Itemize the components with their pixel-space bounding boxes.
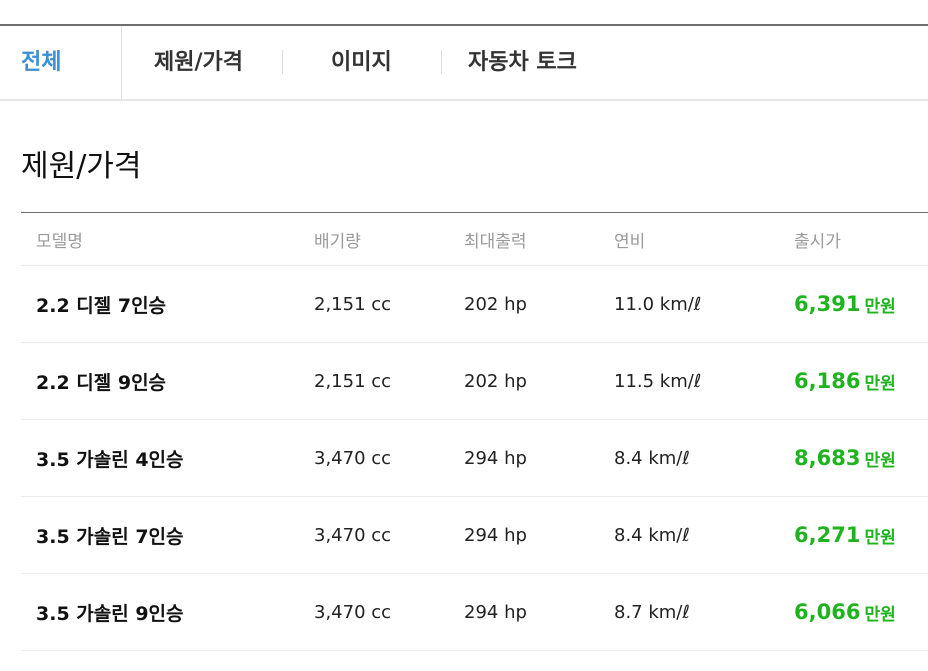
price-value: 6,186 만원 (794, 343, 896, 419)
header-power: 최대출력 (464, 231, 527, 252)
fuel-economy-value: 8.7 km/ℓ (614, 601, 690, 623)
header-price: 출시가 (794, 231, 841, 252)
model-name[interactable]: 3.5 가솔린 7인승 (36, 497, 184, 573)
power-value: 294 hp (464, 524, 527, 546)
table-row[interactable]: 3.5 가솔린 4인승 3,470 cc 294 hp 8.4 km/ℓ 8,6… (21, 420, 928, 497)
displacement-value: 3,470 cc (314, 524, 392, 546)
tab-separator (441, 50, 442, 74)
model-name[interactable]: 2.2 디젤 9인승 (36, 343, 166, 419)
price-unit: 만원 (864, 450, 896, 471)
price-unit: 만원 (864, 373, 896, 394)
tab-bar: 전체 제원/가격 이미지 자동차 토크 (0, 26, 928, 101)
displacement-value: 2,151 cc (314, 293, 392, 315)
price-number: 6,066 (794, 600, 861, 624)
price-value: 6,271 만원 (794, 497, 896, 573)
table-row[interactable]: 2.2 디젤 7인승 2,151 cc 202 hp 11.0 km/ℓ 6,3… (21, 266, 928, 343)
header-displacement: 배기량 (314, 231, 361, 252)
tab-separator (282, 50, 283, 74)
tab-all[interactable]: 전체 (21, 26, 61, 99)
fuel-economy-value: 8.4 km/ℓ (614, 447, 690, 469)
displacement-value: 3,470 cc (314, 601, 392, 623)
fuel-economy-value: 11.5 km/ℓ (614, 370, 702, 392)
tab-images[interactable]: 이미지 (331, 26, 392, 99)
displacement-value: 2,151 cc (314, 370, 392, 392)
price-number: 6,391 (794, 292, 861, 316)
power-value: 294 hp (464, 447, 527, 469)
price-number: 6,186 (794, 369, 861, 393)
table-row[interactable]: 3.5 가솔린 9인승 3,470 cc 294 hp 8.7 km/ℓ 6,0… (21, 574, 928, 651)
table-header-row: 모델명 배기량 최대출력 연비 출시가 (21, 213, 928, 266)
table-row[interactable]: 3.5 가솔린 7인승 3,470 cc 294 hp 8.4 km/ℓ 6,2… (21, 497, 928, 574)
header-model: 모델명 (36, 231, 83, 252)
tab-specs-price[interactable]: 제원/가격 (154, 26, 243, 99)
fuel-economy-value: 8.4 km/ℓ (614, 524, 690, 546)
price-value: 8,683 만원 (794, 420, 896, 496)
price-unit: 만원 (864, 527, 896, 548)
price-unit: 만원 (864, 296, 896, 317)
price-number: 8,683 (794, 446, 861, 470)
fuel-economy-value: 11.0 km/ℓ (614, 293, 702, 315)
price-value: 6,066 만원 (794, 574, 896, 650)
price-number: 6,271 (794, 523, 861, 547)
model-name[interactable]: 2.2 디젤 7인승 (36, 266, 166, 342)
power-value: 294 hp (464, 601, 527, 623)
section-title: 제원/가격 (21, 149, 142, 184)
power-value: 202 hp (464, 370, 527, 392)
header-fuel-economy: 연비 (614, 231, 646, 252)
spec-price-table: 모델명 배기량 최대출력 연비 출시가 2.2 디젤 7인승 2,151 cc … (21, 212, 928, 651)
model-name[interactable]: 3.5 가솔린 9인승 (36, 574, 184, 650)
price-unit: 만원 (864, 604, 896, 625)
power-value: 202 hp (464, 293, 527, 315)
tab-car-talk[interactable]: 자동차 토크 (468, 26, 577, 99)
table-row[interactable]: 2.2 디젤 9인승 2,151 cc 202 hp 11.5 km/ℓ 6,1… (21, 343, 928, 420)
displacement-value: 3,470 cc (314, 447, 392, 469)
price-value: 6,391 만원 (794, 266, 896, 342)
model-name[interactable]: 3.5 가솔린 4인승 (36, 420, 184, 496)
